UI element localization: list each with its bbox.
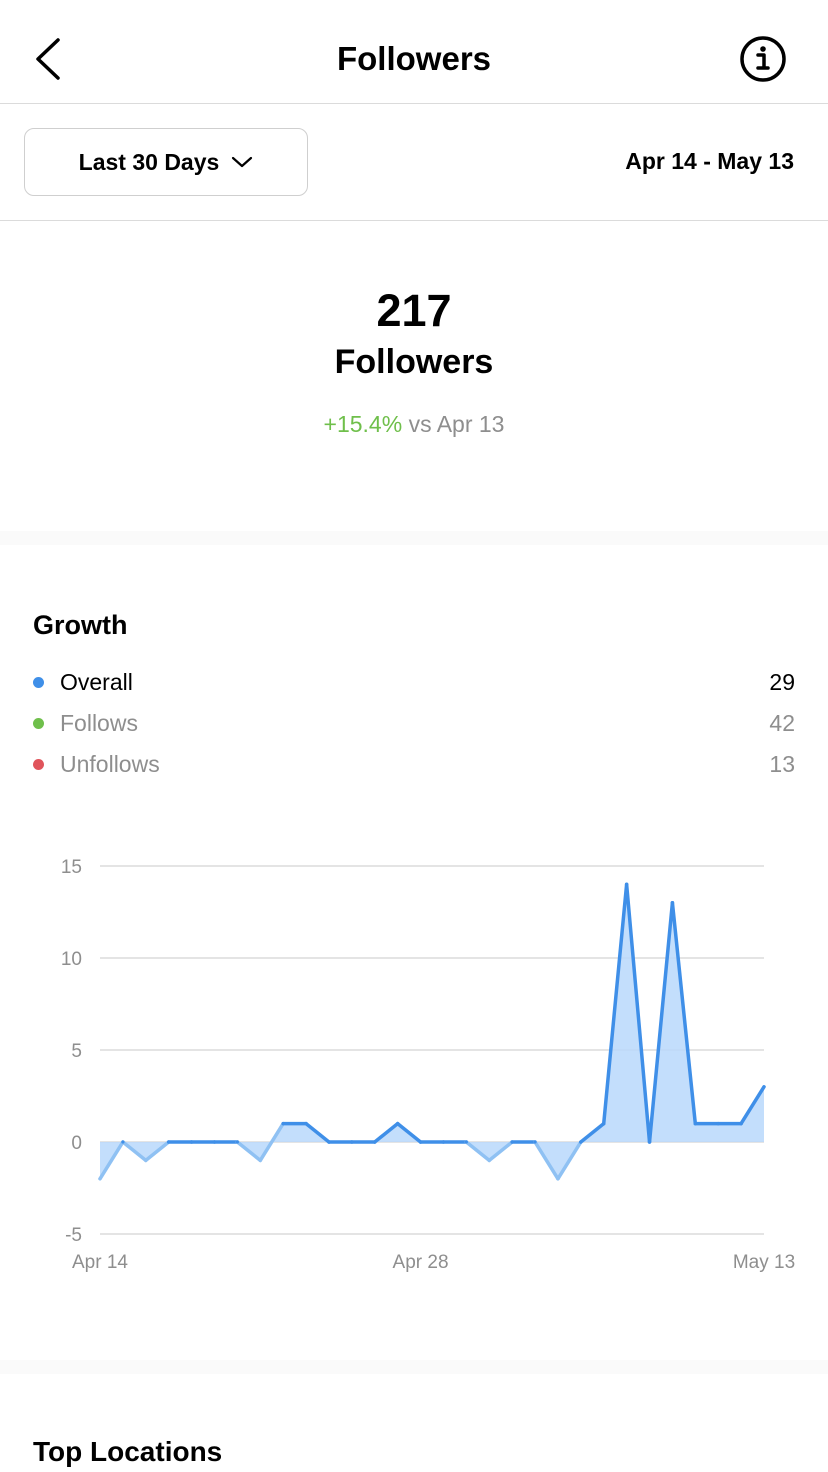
growth-title: Growth (33, 610, 128, 640)
legend-value-overall: 29 (769, 668, 795, 695)
growth-chart: 15 10 5 0 -5 Apr 14 Apr 28 May 13 (61, 857, 795, 1273)
series-point (167, 1140, 171, 1144)
series-point (327, 1140, 331, 1144)
section-divider (0, 531, 828, 545)
series-point (144, 1158, 148, 1162)
series-point (373, 1140, 377, 1144)
app-header: Followers (0, 0, 828, 104)
followers-label: Followers (334, 343, 494, 381)
legend-name-follows: Follows (60, 709, 138, 736)
change-comparison: vs Apr 13 (402, 411, 505, 437)
series-point (510, 1140, 514, 1144)
series-point (647, 1140, 652, 1144)
legend-unfollows: Unfollows 13 (33, 747, 795, 781)
series-point (464, 1140, 468, 1144)
series-point (258, 1158, 262, 1162)
date-range-bar: Last 30 Days Apr 14 - May 13 (0, 104, 828, 221)
date-range-dropdown[interactable]: Last 30 Days (24, 128, 308, 196)
series-point (281, 1122, 285, 1126)
y-tick-label: 0 (71, 1133, 82, 1154)
series-point (556, 1177, 560, 1181)
top-locations-title: Top Locations (33, 1436, 223, 1467)
series-point (602, 1122, 606, 1126)
series-point (487, 1158, 491, 1162)
legend-name-overall: Overall (60, 668, 133, 695)
x-tick-label: Apr 28 (393, 1252, 449, 1273)
legend-follows: Follows 42 (33, 706, 795, 740)
series-point (189, 1140, 194, 1144)
series-point (396, 1122, 400, 1126)
series-point (121, 1140, 125, 1144)
series-point (235, 1140, 239, 1144)
series-point (441, 1140, 446, 1144)
chevron-down-icon (232, 156, 253, 168)
series-point (98, 1177, 102, 1181)
y-tick-label: -5 (65, 1225, 82, 1246)
series-point (693, 1122, 697, 1126)
x-tick-label: Apr 14 (72, 1252, 128, 1273)
section-divider (0, 1360, 828, 1374)
series-area-overall (100, 884, 764, 1179)
y-tick-label: 5 (71, 1041, 82, 1062)
y-tick-label: 10 (61, 949, 82, 970)
series-point (418, 1140, 423, 1144)
followers-summary: 217 Followers +15.4% vs Apr 13 (0, 221, 828, 531)
series-point (212, 1140, 217, 1144)
date-range-selected: Last 30 Days (78, 148, 220, 175)
legend-dot-unfollows (33, 758, 44, 770)
info-button[interactable] (736, 34, 790, 88)
legend-name-unfollows: Unfollows (60, 750, 160, 777)
legend-value-follows: 42 (769, 709, 795, 736)
series-point (350, 1140, 354, 1144)
followers-count: 217 (376, 285, 452, 336)
y-tick-label: 15 (61, 857, 82, 878)
series-point (304, 1122, 308, 1126)
series-point (579, 1140, 583, 1144)
legend-dot-follows (33, 717, 44, 729)
series-point (739, 1122, 743, 1126)
series-point (625, 882, 629, 886)
followers-change: +15.4% vs Apr 13 (0, 411, 828, 438)
legend-value-unfollows: 13 (769, 750, 795, 777)
page-title: Followers (336, 40, 492, 77)
series-point (716, 1122, 720, 1126)
x-tick-label: May 13 (733, 1252, 795, 1273)
info-icon (740, 36, 786, 82)
series-point (533, 1140, 537, 1144)
legend-dot-overall (33, 676, 44, 688)
change-percent: +15.4% (323, 411, 403, 437)
series-point (670, 901, 675, 905)
legend-overall: Overall 29 (33, 665, 795, 699)
date-range-text: Apr 14 - May 13 (625, 148, 794, 174)
series-point (762, 1085, 766, 1089)
